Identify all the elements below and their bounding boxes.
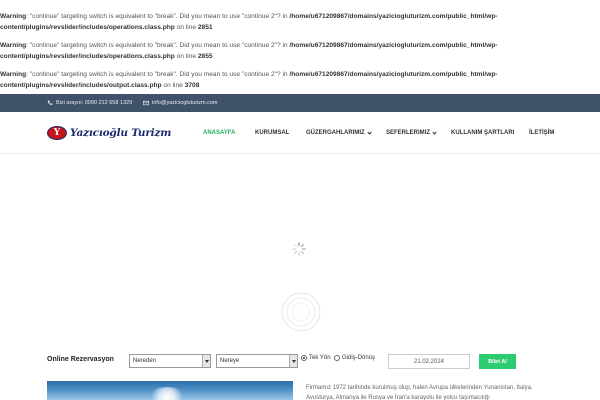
nav-label: KURUMSAL [255, 130, 290, 136]
warning-on-line: on line [174, 52, 198, 60]
warning-message: : "continue" targeting switch is equival… [26, 13, 290, 20]
nav-item-anasayfa[interactable]: ANASAYFA [203, 112, 235, 154]
nav-label: ANASAYFA [203, 130, 236, 136]
to-select[interactable]: Nereye [216, 354, 298, 368]
email-text: info@yaziciogluturizm.com [152, 100, 218, 106]
buy-ticket-button[interactable]: Bilet Al [479, 354, 516, 369]
one-way-label: Tek Yön [309, 355, 331, 361]
nav-item-kullanim-sartlari[interactable]: KULLANIM ŞARTLARI [451, 112, 514, 154]
warning-line-number: 2851 [197, 23, 213, 31]
nav-item-iletisim[interactable]: İLETİŞİM [529, 112, 554, 154]
warning-message: : "continue" targeting switch is equival… [26, 71, 290, 78]
nav-label: KULLANIM ŞARTLARI [451, 130, 515, 136]
contact-phone[interactable]: Bizi arayın: 0090 212 658 1329 [47, 94, 132, 112]
phone-text: Bizi arayın: 0090 212 658 1329 [56, 100, 133, 106]
php-warning: Warning: "continue" targeting switch is … [0, 41, 520, 62]
radio-unchecked-icon [334, 355, 340, 361]
warning-line-number: 3708 [184, 81, 200, 89]
top-contact-bar: Bizi arayın: 0090 212 658 1329 info@yazi… [0, 94, 600, 112]
sky-image [47, 381, 293, 400]
warning-on-line: on line [174, 23, 198, 31]
warning-message: : "continue" targeting switch is equival… [26, 42, 290, 49]
booking-title: Online Rezervasyon [47, 356, 114, 363]
nav-item-guzergahlarimiz[interactable]: GÜZERGAHLARIMIZ [306, 112, 372, 154]
sun-glare [147, 387, 187, 400]
phone-icon [47, 100, 53, 105]
dropdown-arrow-icon [202, 355, 210, 367]
chevron-down-icon [432, 129, 437, 135]
mail-icon [143, 100, 149, 106]
main-navbar: Y Yazıcıoğlu Turizm ANASAYFA KURUMSAL GÜ… [0, 112, 600, 154]
loading-spinner-icon [292, 242, 306, 256]
nav-item-seferlerimiz[interactable]: SEFERLERIMIZ [386, 112, 437, 154]
contact-email[interactable]: info@yaziciogluturizm.com [143, 94, 218, 112]
php-warnings: Warning: "continue" targeting switch is … [0, 0, 600, 99]
chevron-down-icon [367, 129, 372, 135]
nav-label: SEFERLERIMIZ [386, 130, 431, 136]
loading-ring-icon [281, 292, 321, 332]
nav-label: GÜZERGAHLARIMIZ [306, 130, 365, 136]
from-select-value: Nereden [133, 358, 157, 364]
site-logo[interactable]: Y Yazıcıoğlu Turizm [47, 124, 179, 142]
logo-badge: Y [47, 126, 67, 140]
warning-label: Warning [0, 13, 27, 20]
nav-label: İLETİŞİM [529, 130, 555, 136]
round-trip-radio[interactable]: Gidiş-Dönüş [334, 355, 375, 361]
booking-form: Online Rezervasyon Nereden Nereye Tek Yö… [0, 352, 600, 372]
logo-text: Yazıcıoğlu Turizm [70, 127, 172, 139]
date-input[interactable]: 21.02.2024 [388, 354, 470, 369]
from-select[interactable]: Nereden [129, 354, 211, 368]
warning-label: Warning [0, 42, 27, 49]
about-text: Firmamız 1972 tarihinde kurulmuş olup, h… [306, 385, 533, 400]
warning-on-line: on line [161, 81, 185, 89]
round-trip-label: Gidiş-Dönüş [342, 355, 376, 361]
php-warning: Warning: "continue" targeting switch is … [0, 12, 520, 33]
radio-checked-icon [301, 355, 307, 361]
to-select-value: Nereye [220, 358, 240, 364]
dropdown-arrow-icon [289, 355, 297, 367]
warning-line-number: 2855 [197, 52, 213, 60]
warning-label: Warning [0, 71, 27, 78]
php-warning: Warning: "continue" targeting switch is … [0, 70, 520, 91]
nav-item-kurumsal[interactable]: KURUMSAL [255, 112, 289, 154]
one-way-radio[interactable]: Tek Yön [301, 355, 331, 361]
